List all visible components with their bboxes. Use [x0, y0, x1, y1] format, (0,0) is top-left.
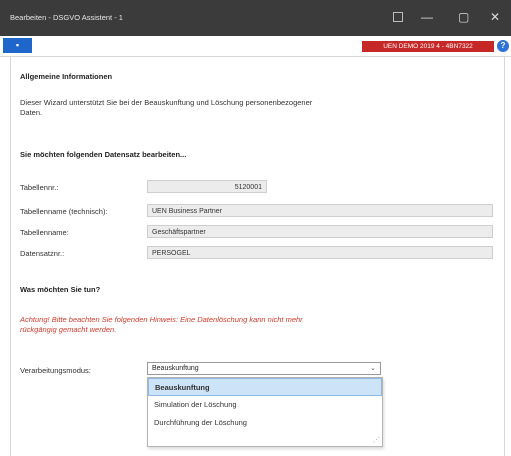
resize-grip-icon[interactable]: ⋰ [373, 436, 380, 444]
general-heading: Allgemeine Informationen [20, 72, 113, 81]
record-number-label: Datensatznr.: [20, 249, 65, 258]
mode-dropdown-list: Beauskunftung Simulation der Löschung Du… [147, 377, 383, 447]
chevron-down-icon[interactable]: ⌄ [370, 363, 376, 375]
help-icon[interactable]: ? [497, 40, 509, 52]
close-button[interactable]: ✕ [490, 10, 500, 24]
warning-text: Achtung! Bitte beachten Sie folgenden Hi… [20, 315, 303, 334]
window-title: Bearbeiten - DSGVO Assistent - 1 [10, 13, 123, 22]
minimize-button[interactable]: — [421, 10, 433, 24]
record-number-field: PERSOGEL [147, 246, 493, 259]
action-heading: Was möchten Sie tun? [20, 285, 101, 294]
record-heading: Sie möchten folgenden Datensatz bearbeit… [20, 150, 187, 159]
nav-button[interactable]: ▪ [3, 38, 32, 53]
option-beauskunftung[interactable]: Beauskunftung [148, 378, 382, 396]
table-name-field: Geschäftspartner [147, 225, 493, 238]
database-badge: UEN DEMO 2019 4 - 4BN7322 [362, 41, 494, 52]
technical-table-name-label: Tabellenname (technisch): [20, 207, 108, 216]
general-description: Dieser Wizard unterstützt Sie bei der Be… [20, 98, 313, 117]
table-name-label: Tabellenname: [20, 228, 69, 237]
title-bar: Bearbeiten - DSGVO Assistent - 1 — ▢ ✕ [0, 0, 511, 36]
mode-selected-value: Beauskunftung [152, 365, 199, 372]
option-durchfuehrung-loeschung[interactable]: Durchführung der Löschung [148, 414, 382, 432]
mode-select[interactable]: Beauskunftung ⌄ [147, 362, 381, 375]
window-icon [393, 12, 403, 22]
maximize-button[interactable]: ▢ [458, 10, 469, 24]
technical-table-name-field: UEN Business Partner [147, 204, 493, 217]
table-number-label: Tabellennr.: [20, 183, 59, 192]
option-simulation-loeschung[interactable]: Simulation der Löschung [148, 396, 382, 414]
table-number-field: 5120001 [147, 180, 267, 193]
mode-label: Verarbeitungsmodus: [20, 366, 91, 375]
